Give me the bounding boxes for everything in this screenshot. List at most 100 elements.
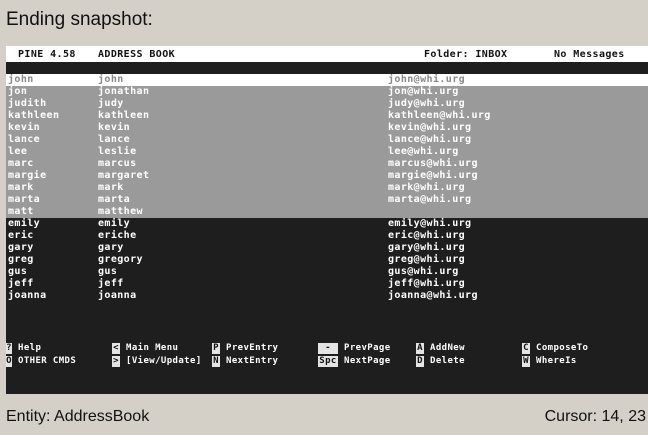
entity-status: Entity: AddressBook <box>6 408 150 425</box>
address-entry-row[interactable]: lee leslie lee@whi.urg <box>6 146 648 158</box>
address-entry-row[interactable]: jon jonathan jon@whi.urg <box>6 86 648 98</box>
entry-email: lance@whi.urg <box>388 134 472 145</box>
menu-label: PrevEntry <box>226 343 279 353</box>
menu-label: ComposeTo <box>536 343 589 353</box>
entry-fullname: eriche <box>98 230 137 241</box>
entry-fullname: judy <box>98 98 124 109</box>
terminal-window[interactable]: PINE 4.58 ADDRESS BOOK Folder: INBOX No … <box>6 46 648 394</box>
menu-key: D <box>416 356 424 367</box>
address-entry-row[interactable]: john john john@whi.urg <box>6 74 648 86</box>
entry-fullname: joanna <box>98 290 137 301</box>
snapshot-caption: Ending snapshot: <box>6 9 153 30</box>
entry-nickname: eric <box>8 230 34 241</box>
menu-key: A <box>416 343 424 354</box>
address-entry-row[interactable]: marta marta marta@whi.urg <box>6 194 648 206</box>
pine-title-bar: PINE 4.58 ADDRESS BOOK Folder: INBOX No … <box>6 46 648 62</box>
address-entry-row[interactable]: matt matthew <box>6 206 648 218</box>
entry-fullname: jeff <box>98 278 124 289</box>
entry-email: gary@whi.urg <box>388 242 466 253</box>
entry-nickname: marc <box>8 158 34 169</box>
menu-label: Help <box>18 343 42 353</box>
entry-fullname: jonathan <box>98 86 150 97</box>
cursor-position: Cursor: 14, 23 <box>544 408 646 425</box>
entry-fullname: marcus <box>98 158 137 169</box>
menu-key: O <box>6 356 12 367</box>
address-entry-row[interactable]: mark mark mark@whi.urg <box>6 182 648 194</box>
address-entry-row[interactable]: gus gus gus@whi.urg <box>6 266 648 278</box>
menu-label: [View/Update] <box>126 356 202 366</box>
address-entry-row[interactable]: joanna joanna joanna@whi.urg <box>6 290 648 302</box>
entry-nickname: greg <box>8 254 34 265</box>
address-entry-row[interactable]: marc marcus marcus@whi.urg <box>6 158 648 170</box>
address-entry-row[interactable]: kathleen kathleen kathleen@whi.urg <box>6 110 648 122</box>
address-entry-row[interactable]: judith judy judy@whi.urg <box>6 98 648 110</box>
entry-fullname: leslie <box>98 146 137 157</box>
menu-key: Spc <box>318 356 338 367</box>
entry-fullname: gary <box>98 242 124 253</box>
menu-key: P <box>212 343 220 354</box>
entry-fullname: gregory <box>98 254 143 265</box>
entry-nickname: kevin <box>8 122 41 133</box>
entry-fullname: marta <box>98 194 131 205</box>
menu-label: OTHER CMDS <box>18 356 77 366</box>
entry-nickname: kathleen <box>8 110 60 121</box>
address-entry-row[interactable]: gary gary gary@whi.urg <box>6 242 648 254</box>
entry-nickname: jeff <box>8 278 34 289</box>
entry-fullname: john <box>98 74 124 85</box>
folder-label: Folder: INBOX <box>424 49 508 60</box>
menu-key: N <box>212 356 220 367</box>
entry-email: jeff@whi.urg <box>388 278 466 289</box>
entry-email: joanna@whi.urg <box>388 290 478 301</box>
entry-fullname: margaret <box>98 170 150 181</box>
entry-fullname: gus <box>98 266 118 277</box>
menu-label: Delete <box>430 356 465 366</box>
entry-nickname: mark <box>8 182 34 193</box>
entry-email: kathleen@whi.urg <box>388 110 491 121</box>
entry-email: emily@whi.urg <box>388 218 472 229</box>
menu-key: > <box>112 356 120 367</box>
address-entry-row[interactable]: eric eriche eric@whi.urg <box>6 230 648 242</box>
entry-fullname: matthew <box>98 206 143 217</box>
menu-key: ? <box>6 343 12 354</box>
address-entry-row[interactable]: jeff jeff jeff@whi.urg <box>6 278 648 290</box>
entry-nickname: jon <box>8 86 28 97</box>
entry-email: marcus@whi.urg <box>388 158 478 169</box>
address-entry-row[interactable]: margie margaret margie@whi.urg <box>6 170 648 182</box>
entry-fullname: emily <box>98 218 131 229</box>
app-version: PINE 4.58 <box>18 49 76 60</box>
entry-email: margie@whi.urg <box>388 170 478 181</box>
address-entry-row[interactable]: greg gregory greg@whi.urg <box>6 254 648 266</box>
address-entry-row[interactable]: lance lance lance@whi.urg <box>6 134 648 146</box>
entry-email: judy@whi.urg <box>388 98 466 109</box>
entry-email: kevin@whi.urg <box>388 122 472 133</box>
entry-email: gus@whi.urg <box>388 266 459 277</box>
entry-nickname: lance <box>8 134 41 145</box>
entry-email: greg@whi.urg <box>388 254 466 265</box>
entry-nickname: john <box>8 74 34 85</box>
menu-label: WhereIs <box>536 356 577 366</box>
entry-email: john@whi.urg <box>388 74 466 85</box>
entry-nickname: matt <box>8 206 34 217</box>
entry-fullname: mark <box>98 182 124 193</box>
menu-key: C <box>522 343 530 354</box>
entry-email: lee@whi.urg <box>388 146 459 157</box>
entry-nickname: marta <box>8 194 41 205</box>
entry-nickname: gary <box>8 242 34 253</box>
entry-nickname: lee <box>8 146 28 157</box>
address-entry-row[interactable]: emily emily emily@whi.urg <box>6 218 648 230</box>
entry-email: mark@whi.urg <box>388 182 466 193</box>
menu-label: NextEntry <box>226 356 279 366</box>
entry-nickname: joanna <box>8 290 47 301</box>
entry-nickname: margie <box>8 170 47 181</box>
entry-fullname: kevin <box>98 122 131 133</box>
menu-label: AddNew <box>430 343 465 353</box>
menu-label: Main Menu <box>126 343 179 353</box>
address-entry-row[interactable]: kevin kevin kevin@whi.urg <box>6 122 648 134</box>
menu-key: - <box>318 343 338 354</box>
entry-email: eric@whi.urg <box>388 230 466 241</box>
entry-nickname: judith <box>8 98 47 109</box>
entry-nickname: gus <box>8 266 28 277</box>
menu-label: NextPage <box>344 356 391 366</box>
entry-fullname: kathleen <box>98 110 150 121</box>
screen-title: ADDRESS BOOK <box>98 49 176 60</box>
